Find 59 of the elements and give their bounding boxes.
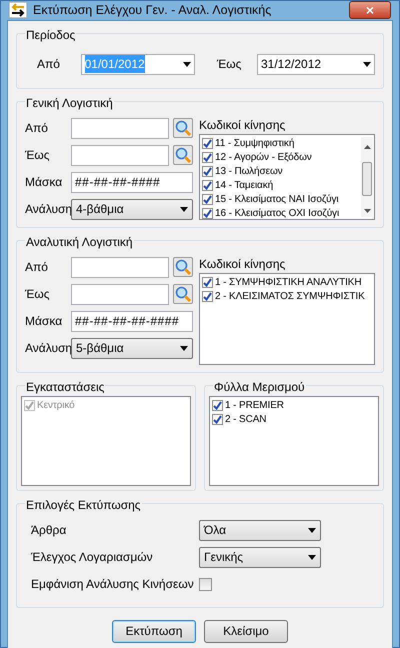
checkbox[interactable] [212, 414, 223, 426]
list-item[interactable]: 16 - Κλεισίματος ΟΧΙ Ισοζύγι [215, 206, 340, 221]
scroll-down-icon[interactable] [364, 208, 370, 213]
checkbox[interactable] [199, 578, 212, 591]
dropdown[interactable]: 5-βάθμια [71, 338, 193, 359]
dropdown[interactable]: Όλα [199, 520, 321, 541]
arrows-icon [9, 2, 27, 18]
text-field[interactable] [71, 284, 169, 305]
field-label: Έως [25, 286, 51, 304]
text-field[interactable] [71, 118, 169, 139]
checkbox[interactable] [202, 138, 213, 150]
mask-field[interactable]: ##-##-##-##-#### [71, 310, 193, 332]
checkbox[interactable] [202, 194, 213, 206]
field-label: Άρθρα [31, 522, 68, 540]
text-field[interactable] [71, 144, 169, 166]
checkbox[interactable] [212, 400, 223, 412]
field-label: Από [25, 259, 49, 276]
text-field[interactable] [71, 256, 169, 278]
checkbox[interactable] [202, 166, 213, 178]
search-button[interactable] [173, 145, 193, 166]
list-item[interactable]: 1 - PREMIER [225, 398, 284, 413]
checkbox[interactable] [202, 277, 213, 288]
field-label: Ανάλυση [25, 340, 71, 358]
search-button[interactable] [173, 257, 193, 278]
list-item[interactable]: 2 - SCAN [225, 412, 266, 427]
dropdown[interactable]: Γενικής [199, 546, 321, 568]
field-label: Από [37, 56, 61, 74]
field-label: Ανάλυση [25, 201, 71, 218]
dialog-button[interactable]: Κλείσιμο [204, 620, 288, 643]
scroll-up-icon[interactable] [364, 144, 370, 149]
list-item[interactable]: 14 - Ταμειακή [215, 178, 274, 193]
checkbox[interactable] [202, 152, 213, 164]
scrollbar[interactable] [361, 136, 373, 217]
date-field[interactable]: 31/12/2012 [256, 54, 375, 75]
window-title: Εκτύπωση Ελέγχου Γεν. - Αναλ. Λογιστικής [33, 2, 272, 19]
mask-field[interactable]: ##-##-##-#### [71, 172, 193, 193]
field-label: Μάσκα [25, 313, 64, 330]
list-label: Κωδικοί κίνησης [199, 256, 286, 273]
checkbox[interactable] [202, 291, 213, 302]
list-item[interactable]: 15 - Κλεισίματος ΝΑΙ Ισοζύγι [215, 192, 339, 207]
field-label: Από [25, 120, 49, 138]
dropdown[interactable]: 4-βάθμια [71, 198, 193, 220]
field-label: Μάσκα [25, 174, 64, 192]
search-button[interactable] [173, 284, 193, 304]
list-item[interactable]: 12 - Αγορών - Εξόδων [215, 150, 312, 165]
list-label: Κωδικοί κίνησης [199, 116, 286, 134]
field-label: Έλεγχος Λογαριασμών [31, 549, 154, 566]
field-label: Έως [216, 56, 242, 74]
field-label: Έως [25, 147, 51, 164]
checkbox[interactable] [202, 180, 213, 192]
list-item[interactable]: 2 - ΚΛΕΙΣΙΜΑΤΟΣ ΣΥΜΨΗΦΙΣΤΙΚ [215, 290, 365, 304]
search-button[interactable] [173, 118, 193, 138]
list-item[interactable]: 13 - Πωλήσεων [215, 164, 283, 179]
list-item[interactable]: 11 - Συμψηφιστική [215, 136, 294, 151]
dialog-button[interactable]: Εκτύπωση [112, 620, 196, 643]
checkbox[interactable] [202, 208, 213, 220]
field-label: Εμφάνιση Ανάλυσης Κινήσεων [31, 576, 195, 594]
list-item[interactable]: 1 - ΣΥΜΨΗΦΙΣΤΙΚΗ ΑΝΑΛΥΤΙΚΗ [215, 276, 362, 290]
scroll-thumb[interactable] [362, 162, 372, 196]
